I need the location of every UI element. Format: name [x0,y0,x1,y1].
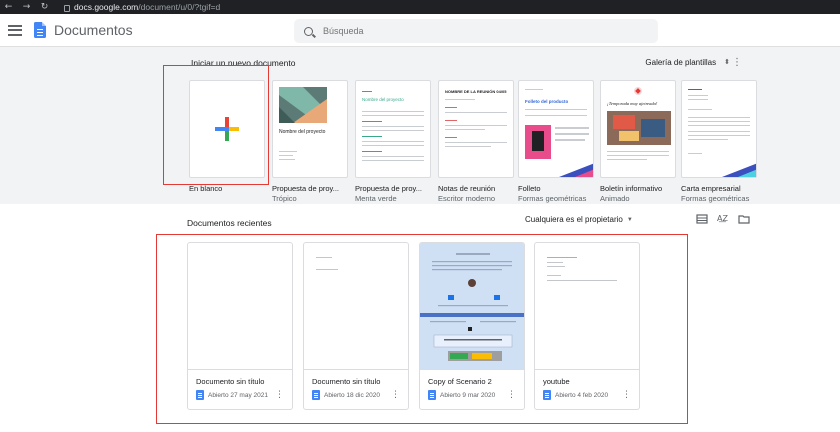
reload-icon[interactable]: ↻ [40,2,49,12]
template-name: Folleto [518,184,541,193]
template-thumbnail[interactable] [681,80,757,178]
forward-icon[interactable]: → [22,2,31,12]
template-name: Propuesta de proy... [355,184,422,193]
template-gallery-toggle[interactable]: Galería de plantillas ⬍ [645,58,730,67]
template-business-letter[interactable]: Carta empresarial Formas geométricas [681,80,757,203]
thumbnail-title: NOMBRE DE LA REUNIÓN 04/05 [445,89,507,94]
template-subtitle: Escritor moderno [438,194,496,203]
dropdown-arrow-icon: ▼ [626,216,633,223]
recent-docs-highlight [156,234,688,424]
back-icon[interactable]: ← [4,2,13,12]
template-project-proposal-tropic[interactable]: Nombre del proyecto Propuesta de proy...… [272,80,348,203]
app-title[interactable]: Documentos [54,22,133,38]
newsletter-thumbnail-art [607,111,671,145]
folder-icon[interactable] [738,214,750,224]
template-subtitle: Trópico [272,194,297,203]
template-thumbnail[interactable]: Nombre del proyecto [355,80,431,178]
thumbnail-title: Nombre del proyecto [362,97,404,102]
search-icon[interactable] [304,26,313,36]
blank-template-highlight [163,65,269,185]
owner-filter-label: Cualquiera es el propietario [525,215,623,224]
search-input[interactable] [323,26,623,36]
thumbnail-title: Nombre del proyecto [279,129,326,135]
list-view-icon[interactable] [696,214,708,224]
lock-icon [64,4,70,12]
template-name: Carta empresarial [681,184,741,193]
gallery-label: Galería de plantillas [645,58,717,67]
template-project-proposal-mint[interactable]: Nombre del proyecto Propuesta de proy...… [355,80,431,203]
main-menu-icon[interactable] [8,24,22,36]
template-thumbnail[interactable]: ¡Temporada muy ajetreada! [600,80,676,178]
template-thumbnail[interactable]: Folleto del producto [518,80,594,178]
template-name: En blanco [189,184,223,193]
template-subtitle: Formas geométricas [681,194,750,203]
template-meeting-notes[interactable]: NOMBRE DE LA REUNIÓN 04/05 Notas de reun… [438,80,514,203]
template-name: Boletín informativo [600,184,663,193]
thumbnail-title: Folleto del producto [525,99,569,104]
template-thumbnail[interactable]: NOMBRE DE LA REUNIÓN 04/05 [438,80,514,178]
address-bar[interactable]: docs.google.com/document/u/0/?tgif=d [64,2,220,12]
docs-logo-icon[interactable] [34,22,46,38]
sort-az-icon[interactable]: A͟Z [717,214,729,224]
more-options-icon[interactable]: ⋮ [732,58,742,68]
template-subtitle: Formas geométricas [518,194,587,203]
app-header: Documentos [0,14,840,47]
search-bar[interactable] [294,19,658,43]
template-gallery-section: Iniciar un nuevo documento Galería de pl… [0,47,840,204]
expand-collapse-icon[interactable]: ⬍ [724,59,730,66]
url-domain: docs.google.com [74,2,139,12]
url-path: /document/u/0/?tgif=d [138,2,221,12]
template-name: Notas de reunión [438,184,496,193]
template-newsletter[interactable]: ¡Temporada muy ajetreada! Boletín inform… [600,80,676,203]
template-thumbnail[interactable]: Nombre del proyecto [272,80,348,178]
recent-docs-heading: Documentos recientes [187,218,272,228]
owner-filter-dropdown[interactable]: Cualquiera es el propietario ▼ [525,215,633,224]
template-subtitle: Menta verde [355,194,397,203]
thumbnail-title: ¡Temporada muy ajetreada! [607,101,658,106]
browser-toolbar: ← → ↻ docs.google.com/document/u/0/?tgif… [0,0,840,14]
template-name: Propuesta de proy... [272,184,339,193]
template-subtitle: Animado [600,194,630,203]
brochure-thumbnail-art [525,125,589,159]
template-brochure[interactable]: Folleto del producto Folleto Formas geom… [518,80,594,203]
